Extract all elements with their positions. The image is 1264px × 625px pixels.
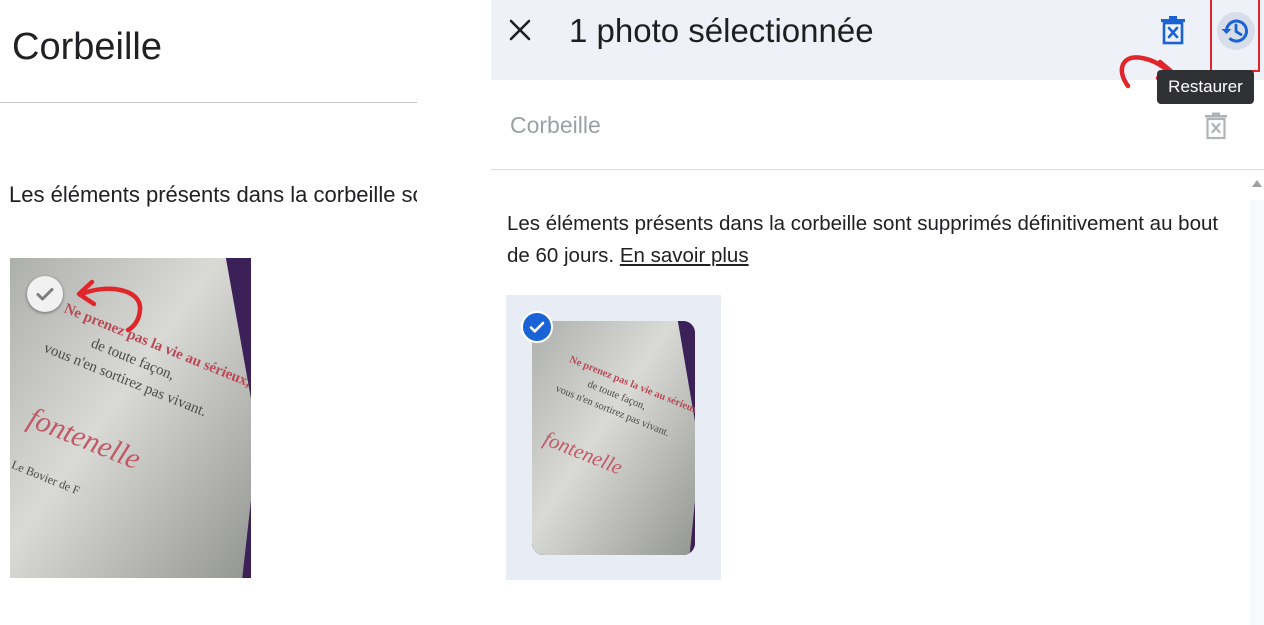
delete-permanently-button[interactable] [1156,12,1190,48]
delete-forever-icon [1205,112,1227,140]
scrollbar-track[interactable] [1250,200,1264,625]
left-panel: Corbeille Les éléments présents dans la … [0,0,420,625]
close-icon [509,19,531,41]
selected-check-icon[interactable] [521,311,553,343]
delete-forever-icon [1161,16,1185,45]
trash-description: Les éléments présents dans la corbeille … [507,208,1227,272]
selection-toolbar: 1 photo sélectionnée [491,0,1264,80]
trash-heading: Corbeille [510,112,601,138]
photo-image: Ne prenez pas la vie au sérieux, de tout… [532,321,695,555]
trash-description-text: Les éléments présents dans la corbeille … [507,212,1219,267]
page-title: Corbeille [12,26,162,68]
scroll-up-arrow-icon[interactable] [1252,180,1262,187]
empty-trash-button[interactable] [1201,110,1231,142]
learn-more-link[interactable]: En savoir plus [620,244,749,267]
select-check-icon[interactable] [27,276,63,312]
trash-description: Les éléments présents dans la corbeille … [9,182,417,207]
divider [491,169,1264,170]
divider [0,102,417,103]
close-selection-button[interactable] [505,12,535,48]
right-panel: 1 photo sélectionnée Restaurer Corbeille [491,0,1264,625]
annotation-highlight-box [1210,0,1260,72]
selected-photo-tile[interactable]: Ne prenez pas la vie au sérieux, de tout… [506,295,721,580]
photo-thumbnail[interactable]: Ne prenez pas la vie au sérieux, de tout… [532,321,695,555]
restore-tooltip: Restaurer [1157,70,1254,104]
selection-count-title: 1 photo sélectionnée [569,12,874,49]
